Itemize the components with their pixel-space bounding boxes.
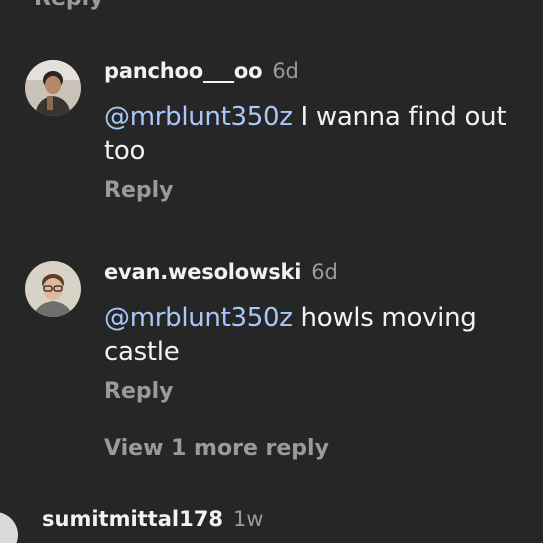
- comments-screen: Reply panchoo___oo 6d @mrblunt350z I wann…: [0, 0, 543, 543]
- comment-username[interactable]: sumitmittal178 1w: [42, 507, 263, 531]
- user-photo-icon: [25, 60, 81, 116]
- reply-button[interactable]: Reply: [104, 178, 174, 203]
- mention-link[interactable]: @mrblunt350z: [104, 102, 293, 132]
- username-text[interactable]: evan.wesolowski: [104, 260, 301, 284]
- avatar[interactable]: [25, 261, 81, 317]
- view-more-replies-button[interactable]: View 1 more reply: [104, 436, 329, 461]
- comment-text: @mrblunt350z howls moving castle: [104, 301, 524, 369]
- reply-button[interactable]: Reply: [104, 379, 174, 404]
- username-text[interactable]: sumitmittal178: [42, 507, 223, 531]
- comment-time: 1w: [232, 507, 264, 531]
- mention-link[interactable]: @mrblunt350z: [104, 303, 293, 333]
- avatar[interactable]: [25, 60, 81, 116]
- previous-reply-button[interactable]: Reply: [34, 0, 104, 11]
- comment-text: @mrblunt350z I wanna find out too: [104, 100, 524, 168]
- avatar[interactable]: [0, 512, 18, 543]
- comment-time: 6d: [311, 260, 338, 284]
- username-text[interactable]: panchoo___oo: [104, 59, 263, 83]
- comment-username[interactable]: panchoo___oo 6d: [104, 59, 299, 83]
- user-photo-icon: [25, 261, 81, 317]
- comment-username[interactable]: evan.wesolowski 6d: [104, 260, 338, 284]
- comment-time: 6d: [272, 59, 299, 83]
